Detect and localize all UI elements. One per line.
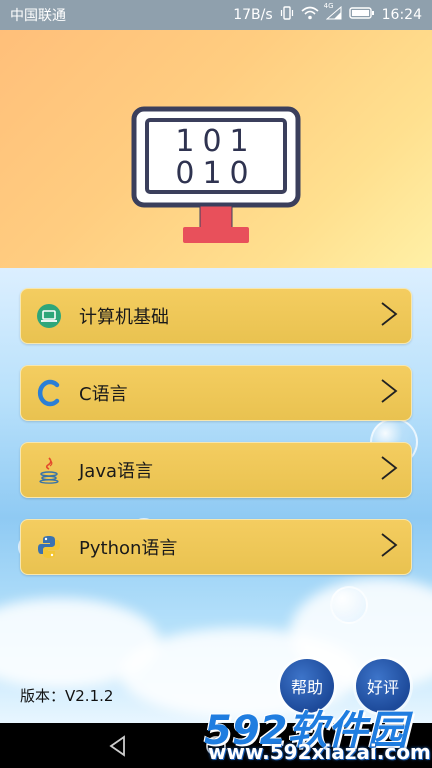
wifi-icon bbox=[301, 6, 319, 24]
menu-item-java[interactable]: Java语言 bbox=[20, 442, 412, 498]
app-screen: 中国联通 17B/s 4G 16:24 101 010 计算机基础 C语言 Ja… bbox=[0, 0, 432, 768]
header-banner: 101 010 bbox=[0, 30, 432, 268]
c-language-icon bbox=[35, 379, 63, 407]
chevron-right-icon bbox=[379, 455, 399, 485]
menu-item-computer-basics[interactable]: 计算机基础 bbox=[20, 288, 412, 344]
menu-item-python[interactable]: Python语言 bbox=[20, 519, 412, 575]
laptop-icon bbox=[35, 302, 63, 330]
network-speed: 17B/s bbox=[233, 7, 273, 23]
screen-binary-line-1: 101 bbox=[175, 124, 256, 159]
battery-icon bbox=[348, 6, 375, 24]
back-icon[interactable] bbox=[108, 735, 128, 761]
clock: 16:24 bbox=[381, 7, 422, 23]
menu-item-label: Python语言 bbox=[79, 538, 178, 559]
signal-icon: 4G bbox=[324, 2, 342, 24]
menu-item-label: C语言 bbox=[79, 384, 128, 405]
vibrate-icon bbox=[280, 6, 294, 24]
chevron-right-icon bbox=[379, 301, 399, 331]
python-icon bbox=[35, 533, 63, 561]
chevron-right-icon bbox=[379, 532, 399, 562]
version-label: 版本：V2.1.2 bbox=[20, 687, 114, 705]
computer-monitor-icon: 101 010 bbox=[131, 106, 301, 252]
screen-binary-line-2: 010 bbox=[175, 156, 256, 191]
rate-button-label: 好评 bbox=[366, 678, 399, 697]
menu-item-c-language[interactable]: C语言 bbox=[20, 365, 412, 421]
menu-item-label: 计算机基础 bbox=[79, 307, 169, 328]
menu-item-label: Java语言 bbox=[79, 461, 154, 482]
network-type-label: 4G bbox=[323, 2, 334, 10]
watermark-url: www.592xiazai.com bbox=[208, 740, 431, 764]
site-watermark: 592软件园 www.592xiazai.com bbox=[204, 698, 431, 768]
chevron-right-icon bbox=[379, 378, 399, 408]
java-icon bbox=[35, 456, 63, 484]
carrier-label: 中国联通 bbox=[10, 8, 66, 24]
help-button-label: 帮助 bbox=[290, 678, 323, 697]
status-bar: 中国联通 17B/s 4G 16:24 bbox=[0, 0, 432, 30]
bubble-decoration bbox=[330, 586, 368, 624]
